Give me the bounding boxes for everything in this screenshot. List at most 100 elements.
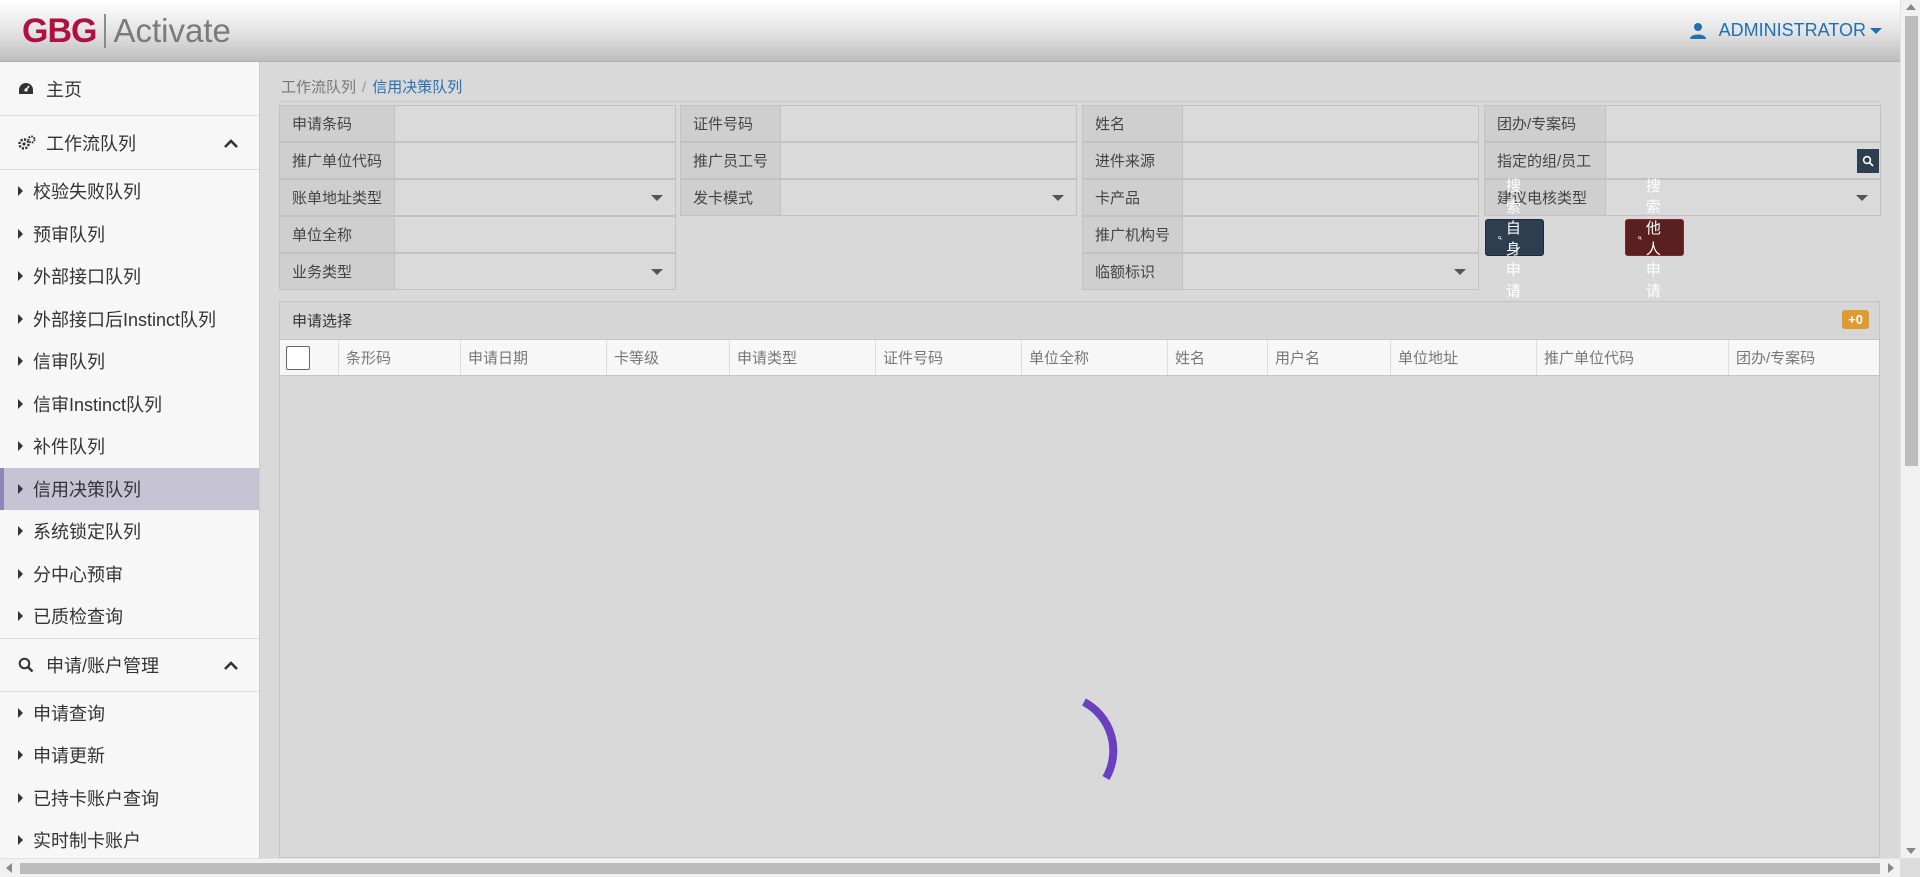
field-label: 指定的组/员工 <box>1484 142 1606 179</box>
source-input[interactable] <box>1183 142 1479 179</box>
sidebar-item[interactable]: 校验失败队列 <box>0 170 259 213</box>
caret-right-icon <box>18 568 23 579</box>
search-icon <box>18 657 36 673</box>
field-label: 账单地址类型 <box>279 179 395 216</box>
column-header[interactable]: 姓名 <box>1168 340 1268 375</box>
table-header: 条形码 申请日期 卡等级 申请类型 证件号码 单位全称 姓名 用户名 单位地址 … <box>280 340 1879 376</box>
sidebar-item[interactable]: 外部接口后Instinct队列 <box>0 298 259 341</box>
search-others-button[interactable]: 搜索他人申请 <box>1625 178 1685 300</box>
sidebar-item[interactable]: 实时制卡账户 <box>0 819 259 858</box>
field-label: 申请条码 <box>279 105 395 142</box>
chevron-up-icon[interactable] <box>223 138 239 148</box>
bill-address-type-select[interactable] <box>395 179 676 216</box>
user-menu[interactable]: ADMINISTRATOR <box>1689 20 1882 41</box>
sidebar-item[interactable]: 信用决策队列 <box>0 467 259 510</box>
temp-limit-flag-select[interactable] <box>1183 253 1479 290</box>
column-header[interactable]: 申请日期 <box>461 340 607 375</box>
vertical-scrollbar[interactable] <box>1900 0 1920 858</box>
caret-right-icon <box>18 835 23 846</box>
sidebar-item[interactable]: 补件队列 <box>0 425 259 468</box>
column-header[interactable]: 推广单位代码 <box>1537 340 1729 375</box>
sidebar-section-title: 工作流队列 <box>46 133 136 154</box>
business-type-select[interactable] <box>395 253 676 290</box>
column-header[interactable]: 卡等级 <box>607 340 730 375</box>
field-label: 业务类型 <box>279 253 395 290</box>
sidebar-item-label: 信用决策队列 <box>33 479 141 500</box>
caret-right-icon <box>18 228 23 239</box>
vertical-scroll-thumb[interactable] <box>1905 16 1918 466</box>
gears-icon <box>18 135 36 151</box>
scroll-down-icon[interactable] <box>1906 848 1916 854</box>
app-barcode-input[interactable] <box>395 105 676 142</box>
scroll-right-icon[interactable] <box>1888 863 1894 873</box>
sidebar-item[interactable]: 系统锁定队列 <box>0 510 259 553</box>
sidebar-item[interactable]: 外部接口队列 <box>0 255 259 298</box>
field-label: 推广员工号 <box>680 142 781 179</box>
breadcrumb-parent[interactable]: 工作流队列 <box>281 79 356 96</box>
horizontal-scrollbar[interactable] <box>0 858 1900 877</box>
column-header[interactable]: 申请类型 <box>730 340 876 375</box>
dashboard-icon <box>18 82 36 96</box>
panel-header: 申请选择 +0 <box>280 302 1879 340</box>
sidebar-item-label: 外部接口后Instinct队列 <box>33 309 217 330</box>
breadcrumb-current: 信用决策队列 <box>372 79 463 96</box>
sidebar-item-label: 已质检查询 <box>33 607 123 628</box>
sidebar-section-application: 申请/账户管理 申请查询 申请更新 已持卡账户查询实时制卡账户 <box>0 637 259 859</box>
sidebar-section-workflow: 工作流队列 校验失败队列 预审队列 外部接口队列外部接口后Instinct队列信审队… <box>0 116 259 638</box>
caret-right-icon <box>18 398 23 409</box>
select-all-checkbox[interactable] <box>286 345 310 370</box>
sidebar-item[interactable]: 信审Instinct队列 <box>0 383 259 426</box>
sidebar-item-home[interactable]: 主页 <box>0 62 259 116</box>
card-product-input[interactable] <box>1183 179 1479 216</box>
column-header[interactable]: 单位地址 <box>1391 340 1537 375</box>
select-all-cell <box>280 340 339 375</box>
scroll-up-icon[interactable] <box>1906 4 1916 10</box>
sidebar-item[interactable]: 已持卡账户查询 <box>0 777 259 820</box>
sidebar-section-header-workflow[interactable]: 工作流队列 <box>0 116 259 170</box>
sidebar-section-header-application[interactable]: 申请/账户管理 <box>0 637 259 692</box>
logo[interactable]: GBG Activate <box>22 12 231 50</box>
id-number-input[interactable] <box>781 105 1077 142</box>
column-header[interactable]: 单位全称 <box>1022 340 1168 375</box>
sidebar-home-label: 主页 <box>46 79 82 100</box>
sidebar-item[interactable]: 已质检查询 <box>0 595 259 638</box>
field-label: 建议电核类型 <box>1484 179 1606 216</box>
sidebar-item-label: 实时制卡账户 <box>33 831 141 852</box>
field-label: 单位全称 <box>279 216 395 253</box>
sidebar-item[interactable]: 申请更新 <box>0 734 259 777</box>
panel-title: 申请选择 <box>292 313 353 330</box>
logo-gbg: GBG <box>22 11 97 50</box>
caret-right-icon <box>18 750 23 761</box>
caret-right-icon <box>18 483 23 494</box>
search-self-label: 搜索自身申请 <box>1505 177 1521 300</box>
caret-right-icon <box>18 611 23 622</box>
company-name-input[interactable] <box>395 216 676 253</box>
column-header[interactable]: 条形码 <box>339 340 461 375</box>
sidebar-item[interactable]: 信审队列 <box>0 340 259 383</box>
promoter-id-input[interactable] <box>781 142 1077 179</box>
promo-unit-code-input[interactable] <box>395 142 676 179</box>
card-issue-mode-select[interactable] <box>781 179 1077 216</box>
chevron-up-icon[interactable] <box>223 660 239 670</box>
field-bill-address-type: 账单地址类型 <box>279 179 676 216</box>
field-promo-unit-code: 推广单位代码 <box>279 142 676 179</box>
search-self-button[interactable]: 搜索自身申请 <box>1485 178 1545 300</box>
column-header[interactable]: 用户名 <box>1268 340 1391 375</box>
sidebar-item[interactable]: 申请查询 <box>0 692 259 735</box>
assigned-group-input[interactable] <box>1606 142 1881 179</box>
group-project-code-input[interactable] <box>1606 105 1881 142</box>
count-badge: +0 <box>1842 310 1869 329</box>
column-header[interactable]: 团办/专案码 <box>1729 340 1879 375</box>
search-icon[interactable] <box>1857 149 1879 173</box>
spinner-icon <box>1082 698 1118 780</box>
caret-right-icon <box>18 792 23 803</box>
field-assigned-group: 指定的组/员工 <box>1484 142 1881 179</box>
sidebar-item[interactable]: 预审队列 <box>0 213 259 256</box>
promo-org-no-input[interactable] <box>1183 216 1479 253</box>
horizontal-scroll-thumb[interactable] <box>20 863 1880 874</box>
name-input[interactable] <box>1183 105 1479 142</box>
column-header[interactable]: 证件号码 <box>876 340 1022 375</box>
scroll-left-icon[interactable] <box>6 863 12 873</box>
field-label: 临额标识 <box>1082 253 1183 290</box>
sidebar-item[interactable]: 分中心预审 <box>0 553 259 596</box>
